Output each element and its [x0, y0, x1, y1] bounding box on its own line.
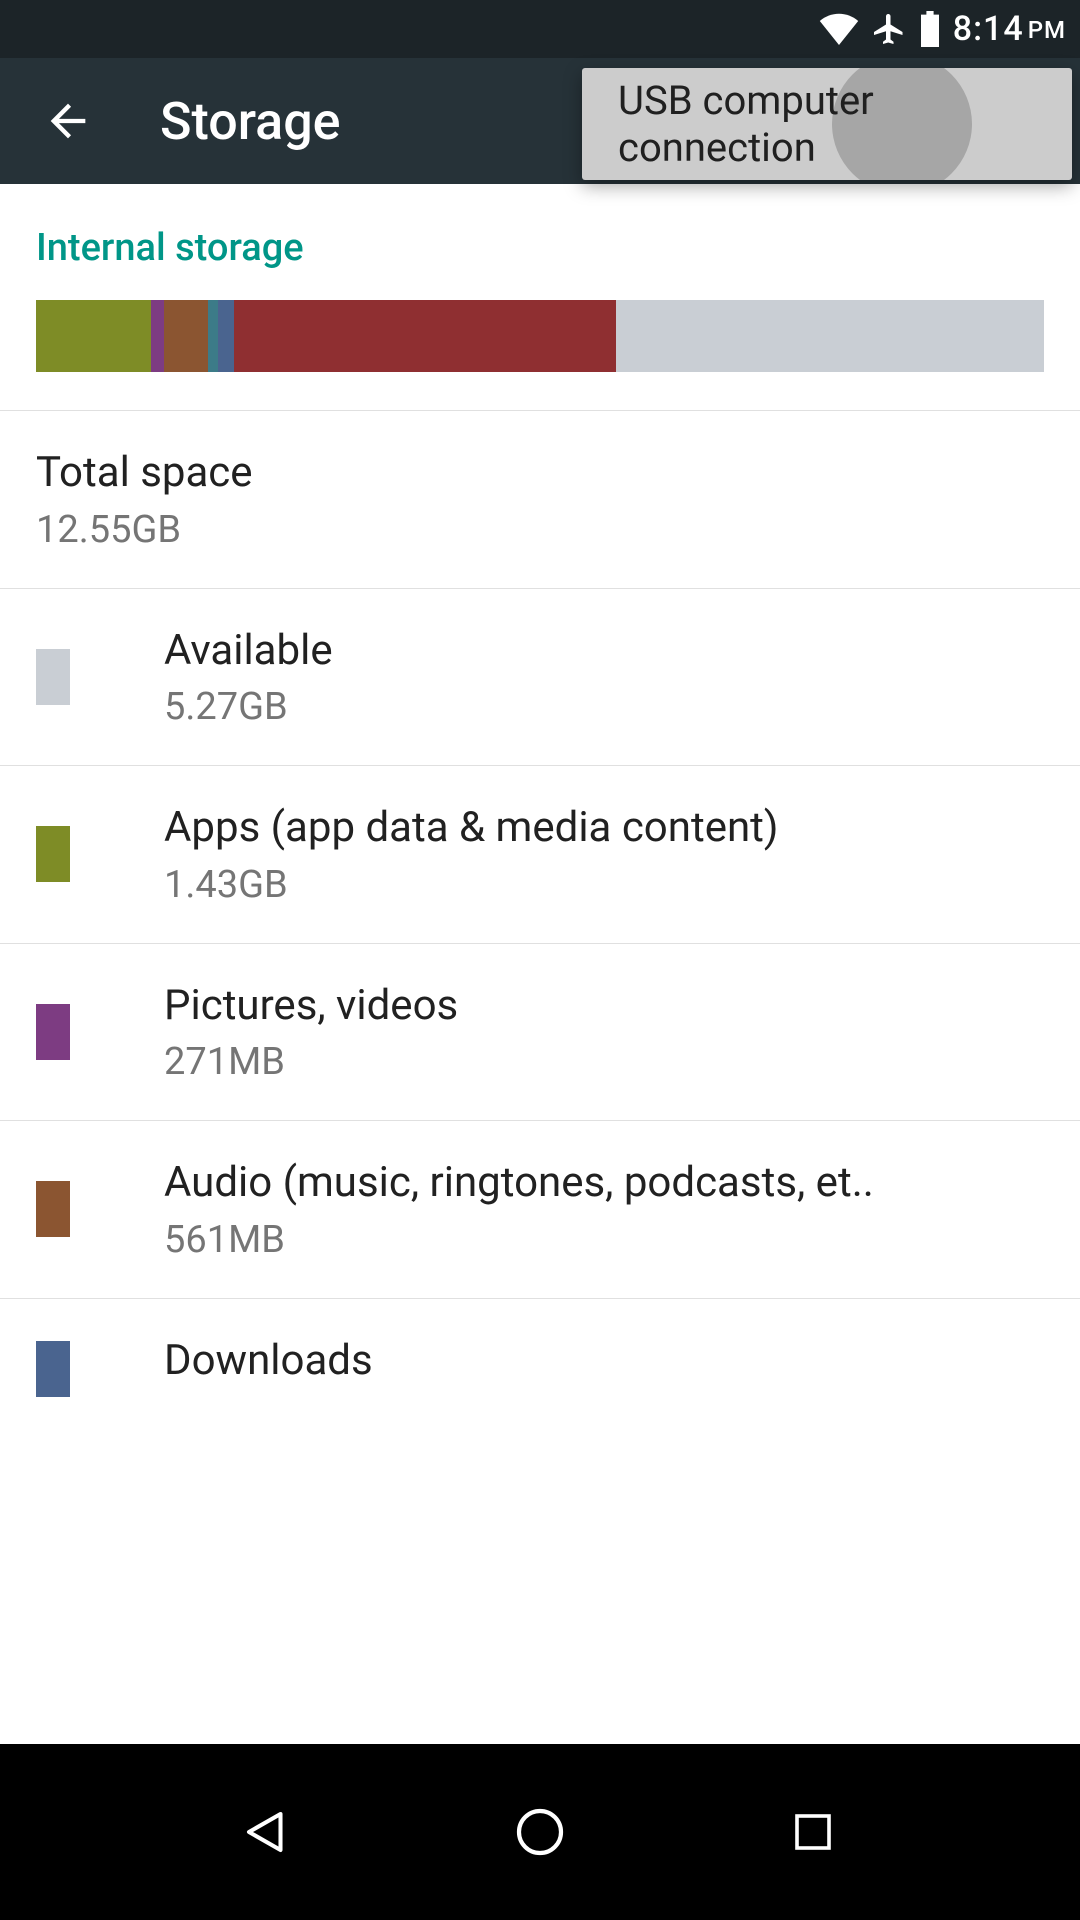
storage-row[interactable]: Apps (app data & media content) 1.43GB [0, 766, 1080, 944]
menu-item-usb-connection[interactable]: USB computer connection [618, 77, 1072, 171]
storage-row-label: Audio (music, ringtones, podcasts, et.. [164, 1157, 1044, 1210]
storage-row[interactable]: Pictures, videos 271MB [0, 944, 1080, 1122]
nav-recent-button[interactable] [773, 1792, 853, 1872]
storage-row-label: Pictures, videos [164, 980, 1044, 1033]
storage-usage-bar [36, 300, 1044, 372]
storage-row-value: 271MB [164, 1040, 1044, 1084]
overflow-menu: USB computer connection [582, 68, 1072, 180]
storage-row[interactable]: Audio (music, ringtones, podcasts, et.. 5… [0, 1121, 1080, 1299]
total-space-label: Total space [36, 447, 1044, 500]
storage-row-value: 5.27GB [164, 685, 1044, 729]
navigation-bar [0, 1744, 1080, 1920]
color-swatch [36, 649, 70, 705]
storage-segment-cached [234, 300, 616, 372]
nav-home-button[interactable] [500, 1792, 580, 1872]
storage-row-label: Downloads [164, 1335, 1044, 1388]
row-total-space[interactable]: Total space 12.55GB [0, 411, 1080, 589]
storage-row-value: 561MB [164, 1218, 1044, 1262]
storage-segment-misc1 [208, 300, 218, 372]
status-time: 8:14PM [953, 9, 1066, 49]
storage-segment-downloads [218, 300, 233, 372]
storage-segment-pictures [151, 300, 164, 372]
color-swatch [36, 1004, 70, 1060]
content-area: Internal storage Total space 12.55GB Ava… [0, 184, 1080, 1744]
airplane-mode-icon [871, 11, 907, 47]
storage-row[interactable]: Available 5.27GB [0, 589, 1080, 767]
back-button[interactable] [36, 89, 100, 153]
wifi-icon [819, 13, 859, 45]
page-title: Storage [160, 91, 341, 152]
status-bar: 8:14PM [0, 0, 1080, 58]
total-space-value: 12.55GB [36, 508, 1044, 552]
storage-segment-apps [36, 300, 151, 372]
storage-row[interactable]: Downloads [0, 1299, 1080, 1440]
storage-segment-available [616, 300, 1044, 372]
nav-back-button[interactable] [227, 1792, 307, 1872]
storage-row-label: Available [164, 625, 1044, 678]
storage-row-label: Apps (app data & media content) [164, 802, 1044, 855]
storage-row-value: 1.43GB [164, 863, 1044, 907]
storage-segment-audio [164, 300, 208, 372]
color-swatch [36, 1341, 70, 1397]
color-swatch [36, 1181, 70, 1237]
color-swatch [36, 826, 70, 882]
section-header-internal-storage: Internal storage [0, 184, 1080, 300]
battery-icon [919, 11, 941, 47]
